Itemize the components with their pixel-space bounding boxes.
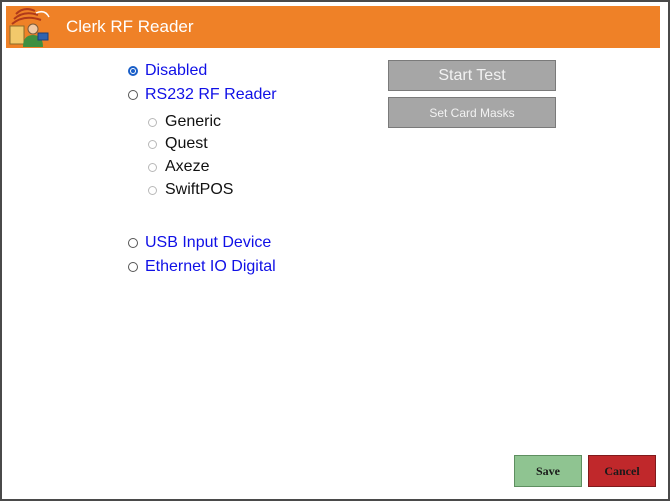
radio-unselected-icon — [148, 185, 157, 195]
radio-swiftpos-label: SwiftPOS — [165, 181, 234, 198]
radio-swiftpos[interactable]: SwiftPOS — [148, 181, 233, 199]
radio-unselected-icon — [128, 262, 138, 272]
clerk-rf-reader-icon — [9, 8, 50, 47]
window-title: Clerk RF Reader — [66, 17, 194, 36]
radio-generic-label: Generic — [165, 113, 222, 130]
radio-generic[interactable]: Generic — [148, 113, 221, 131]
radio-ethernet-io-digital[interactable]: Ethernet IO Digital — [128, 258, 276, 276]
radio-axeze-label: Axeze — [165, 158, 210, 175]
radio-disabled[interactable]: Disabled — [128, 62, 207, 80]
radio-ethernet-label: Ethernet IO Digital — [145, 258, 276, 275]
radio-quest-label: Quest — [165, 135, 208, 152]
radio-selected-icon — [128, 66, 138, 76]
radio-unselected-icon — [148, 117, 157, 127]
radio-unselected-icon — [148, 162, 157, 172]
dialog-window — [0, 0, 670, 501]
radio-disabled-label: Disabled — [145, 62, 208, 79]
save-button[interactable]: Save — [514, 455, 582, 487]
set-card-masks-button[interactable]: Set Card Masks — [388, 97, 556, 128]
radio-usb-input-device[interactable]: USB Input Device — [128, 234, 271, 252]
radio-quest[interactable]: Quest — [148, 135, 208, 153]
radio-axeze[interactable]: Axeze — [148, 158, 209, 176]
radio-rs232-rf-reader[interactable]: RS232 RF Reader — [128, 86, 277, 104]
radio-unselected-icon — [128, 238, 138, 248]
radio-unselected-icon — [148, 139, 157, 149]
cancel-button[interactable]: Cancel — [588, 455, 656, 487]
radio-unselected-icon — [128, 90, 138, 100]
start-test-button[interactable]: Start Test — [388, 60, 556, 91]
radio-usb-label: USB Input Device — [145, 234, 272, 251]
title-bar: Clerk RF Reader — [6, 6, 660, 48]
radio-rs232-label: RS232 RF Reader — [145, 86, 277, 103]
